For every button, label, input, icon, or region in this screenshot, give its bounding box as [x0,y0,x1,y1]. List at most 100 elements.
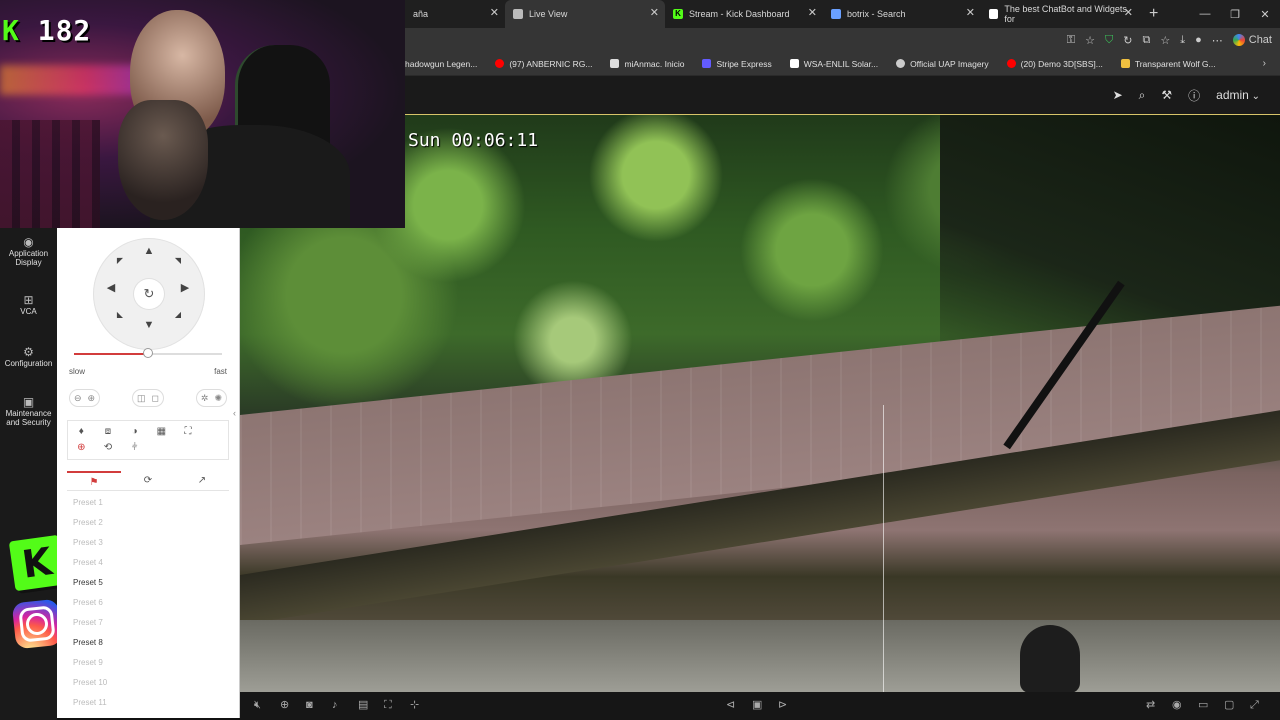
nav-configuration[interactable]: ⚙ Configuration [0,346,57,368]
focus-far-icon[interactable]: ◻ [152,393,159,404]
ptz-speed-slider[interactable] [74,348,222,358]
tab-presets-icon[interactable]: ⚑ [67,471,121,490]
ptz-3d-icon[interactable]: ⛶ [384,698,392,712]
iris-pill: ✲ ✺ [195,389,227,407]
arrow-right-icon[interactable]: ▶ [178,281,192,295]
close-icon[interactable]: ✕ [1124,8,1133,19]
nav-vca[interactable]: ⊞ VCA [0,294,57,316]
chevron-right-icon[interactable]: › [1263,58,1266,69]
bookmark-item[interactable]: miAnmac. Inicio [610,59,684,69]
preset-item[interactable]: Preset 5 [73,578,223,598]
focus-near-icon[interactable]: ◫ [137,393,146,404]
key-icon[interactable]: ⚿ [1067,34,1075,47]
bookmark-item[interactable]: (97) ANBERNIC RG... [495,59,592,69]
arrow-down-left-icon[interactable]: ◣ [113,308,127,322]
arrow-down-icon[interactable]: ▼ [142,318,156,332]
preset-item[interactable]: Preset 4 [73,558,223,578]
close-icon[interactable]: ✕ [650,8,659,19]
refresh-icon[interactable]: ↻ [1123,34,1132,47]
record-icon[interactable]: ▤ [358,698,368,712]
preset-item[interactable]: Preset 2 [73,518,223,538]
tab-0[interactable]: aña ✕ [405,0,505,28]
user-menu[interactable]: admin ⌄ [1216,88,1260,102]
lens-init-icon[interactable]: ⟲ [95,440,122,456]
park-icon[interactable]: ⫩ [121,440,148,456]
preset-item[interactable]: Preset 10 [73,678,223,698]
preset-item[interactable]: Preset 9 [73,658,223,678]
shield-icon[interactable]: ⛉ [1105,34,1113,47]
bookmark-item[interactable]: (20) Demo 3D[SBS]... [1006,58,1103,69]
tab-chatbot[interactable]: The best ChatBot and Widgets for ✕ [981,0,1139,28]
bookmark-item[interactable]: Transparent Wolf G... [1120,59,1216,69]
info-icon[interactable]: ⓘ [1188,87,1200,104]
preset-item[interactable]: Preset 8 [73,638,223,658]
arrow-up-right-icon[interactable]: ◥ [171,254,185,268]
preset-item[interactable]: Preset 6 [73,598,223,618]
microphone-icon[interactable]: ♪ [332,698,338,712]
preset-item[interactable]: Preset 3 [73,538,223,558]
stream-type-icon[interactable]: ⇄ [1146,698,1155,712]
address-bar[interactable]: ⚿ ☆ ⛉ ↻ ⧉ ☆ ⤓ ● ⋯ Chat [405,28,1280,52]
auto-scan-icon[interactable]: ↻ [134,279,164,309]
bookmark-item[interactable]: Official UAP Imagery [896,59,989,69]
close-icon[interactable]: ✕ [966,8,975,19]
wiper-icon[interactable]: ⧈ [95,424,122,440]
arrow-left-icon[interactable]: ◀ [104,281,118,295]
extension-icon[interactable]: ⧉ [1142,34,1150,47]
search-icon[interactable]: ⌕ [1139,88,1146,103]
minimize-icon[interactable]: — [1190,8,1220,20]
zoom-in-icon[interactable]: ⊕ [88,393,96,404]
tab-kick-dashboard[interactable]: K Stream - Kick Dashboard ✕ [665,0,823,28]
fullscreen-icon[interactable]: ⤢ [1250,698,1259,712]
chat-button[interactable]: Chat [1232,34,1272,46]
arrow-up-left-icon[interactable]: ◤ [113,254,127,268]
zoom-3d-icon[interactable]: ⊕ [68,440,95,456]
bookmark-item[interactable]: WSA-ENLIL Solar... [789,59,878,69]
preset-item[interactable]: Preset 11 [73,698,223,718]
tab-patrol-icon[interactable]: ⟳ [121,471,175,490]
zoom-icon[interactable]: ⊕ [280,698,289,712]
close-icon[interactable]: ✕ [490,8,499,19]
preset-item[interactable]: Preset 7 [73,618,223,638]
iris-close-icon[interactable]: ✲ [201,393,209,404]
tab-pattern-icon[interactable]: ↗ [175,471,229,490]
tab-live-view[interactable]: Live View ✕ [505,0,665,28]
tab-botrix-search[interactable]: botrix - Search ✕ [823,0,981,28]
profile-icon[interactable]: ● [1195,34,1202,46]
new-tab-icon[interactable]: + [1149,5,1158,23]
arrow-up-icon[interactable]: ▲ [142,244,156,258]
favorites-icon[interactable]: ☆ [1160,34,1170,47]
slider-thumb[interactable] [143,348,153,358]
grid-icon[interactable]: ▦ [148,424,175,440]
fisheye-icon[interactable]: ⊹ [410,698,419,712]
downloads-icon[interactable]: ⤓ [1180,34,1185,47]
track-icon[interactable]: ⛶ [175,424,202,440]
snapshot-icon[interactable]: ◙ [306,698,313,712]
previous-icon[interactable]: ⊲ [726,698,735,712]
zoom-out-icon[interactable]: ⊖ [74,393,82,404]
light-icon[interactable]: ♦ [68,424,95,440]
tools-icon[interactable]: ⚒ [1161,88,1172,102]
close-icon[interactable]: ✕ [808,8,817,19]
send-icon[interactable]: ➤ [1113,88,1123,102]
arrow-down-right-icon[interactable]: ◢ [171,308,185,322]
star-icon[interactable]: ☆ [1085,34,1095,47]
collapse-panel-icon[interactable]: ‹ [233,408,236,418]
iris-open-icon[interactable]: ✺ [214,393,222,404]
window-mode-icon[interactable]: ▢ [1224,698,1234,712]
rate-icon[interactable]: ◉ [1172,698,1182,712]
nav-application-display[interactable]: ◉ Application Display [0,236,57,267]
layout-icon[interactable]: ▭ [1198,698,1208,712]
close-window-icon[interactable]: ✕ [1250,8,1280,21]
maximize-icon[interactable]: ❐ [1220,8,1250,21]
mute-icon[interactable]: 🔇︎ [254,698,261,712]
focus-assist-icon[interactable]: ◑ [121,424,148,440]
next-icon[interactable]: ⊳ [778,698,787,712]
nav-maintenance[interactable]: ▣ Maintenance and Security [0,396,57,427]
more-icon[interactable]: ⋯ [1212,34,1223,47]
bookmark-item[interactable]: hadowgun Legen... [405,59,477,69]
bookmark-item[interactable]: Stripe Express [702,59,772,69]
bookmark-label: (20) Demo 3D[SBS]... [1020,58,1103,69]
preset-item[interactable]: Preset 1 [73,498,223,518]
stop-all-icon[interactable]: ▣ [752,698,762,712]
